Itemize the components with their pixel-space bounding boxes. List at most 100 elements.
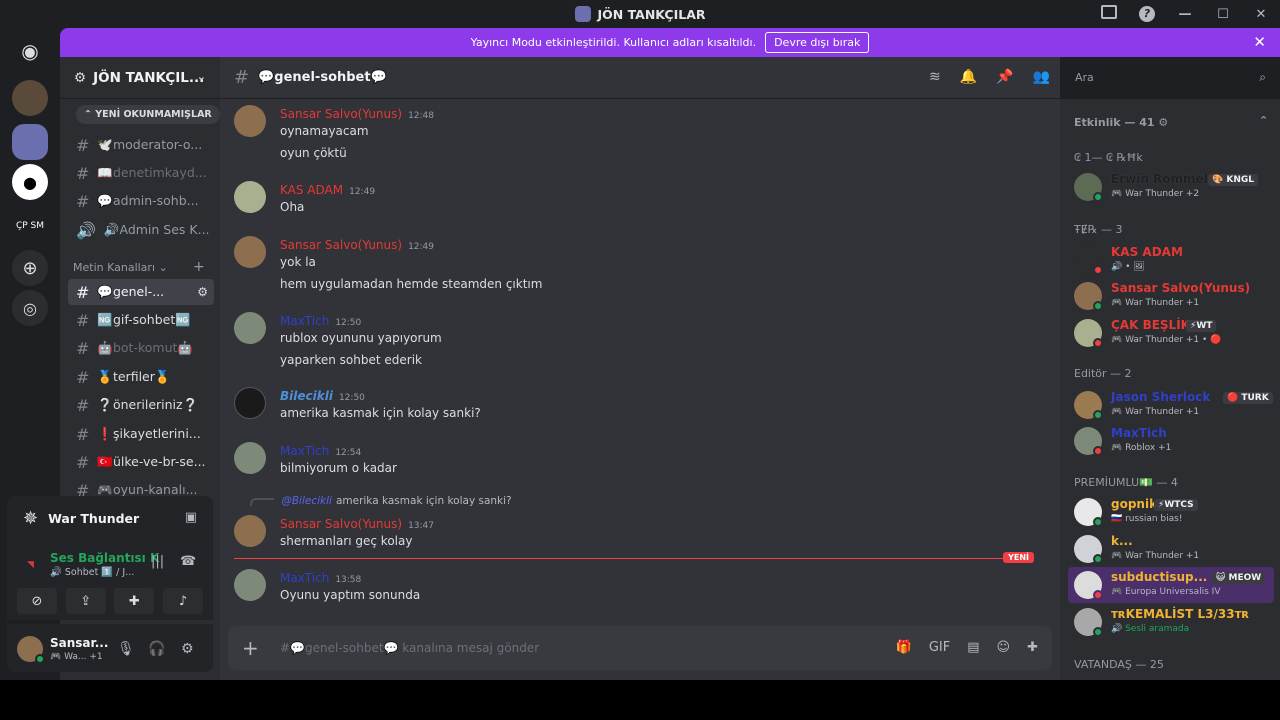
channel-item[interactable]: # 🏅terfiler🏅 bbox=[68, 364, 214, 390]
avatar[interactable] bbox=[234, 515, 266, 547]
help-icon[interactable]: ? bbox=[1128, 6, 1166, 22]
member-item-highlighted[interactable]: subductisup... 😺 MEOW 🎮 Europa Universal… bbox=[1068, 567, 1274, 603]
screen-share-icon[interactable]: ▣ bbox=[185, 510, 197, 525]
message-author[interactable]: Bilecikli bbox=[280, 389, 333, 403]
message-timestamp: 13:58 bbox=[335, 575, 362, 585]
gift-icon[interactable]: 🎁 bbox=[896, 640, 912, 655]
server-name: JÖN TANKÇIL... bbox=[93, 69, 205, 86]
role-header: ₢ 1— ₢ ℞Ħk bbox=[1074, 151, 1143, 164]
member-item[interactable]: Erwin Rommel 🎨 KNGL 🎮 War Thunder +2 bbox=[1068, 169, 1274, 205]
notification-bell-icon[interactable]: 🔔 bbox=[960, 69, 977, 85]
disable-streamer-mode-button[interactable]: Devre dışı bırak bbox=[765, 32, 870, 53]
search-input[interactable]: Ara ⌕ bbox=[1066, 67, 1274, 89]
message-author[interactable]: KAS ADAM bbox=[280, 183, 343, 197]
headphones-icon[interactable]: 🎧 bbox=[148, 641, 165, 657]
channel-item[interactable]: # ❔önerileriniz❔ bbox=[68, 392, 214, 418]
hash-icon: # bbox=[234, 67, 250, 88]
close-icon[interactable]: ✕ bbox=[1253, 33, 1266, 51]
apps-icon[interactable]: ✚ bbox=[1027, 640, 1038, 655]
member-item[interactable]: ᴛʀKEMALİST L3/33ᴛʀ 🔊 Sesli aramada bbox=[1068, 604, 1274, 640]
server-folder-icon[interactable]: ÇP SM bbox=[12, 208, 48, 244]
reply-reference[interactable]: @Bilecikli amerika kasmak için kolay sank… bbox=[250, 495, 512, 507]
message-author[interactable]: Sansar Salvo(Yunus) bbox=[280, 107, 402, 121]
hash-icon: # bbox=[76, 191, 90, 211]
add-server-icon[interactable]: ⊕ bbox=[12, 250, 48, 286]
message-author[interactable]: MaxTich bbox=[280, 571, 329, 585]
message-author[interactable]: Sansar Salvo(Yunus) bbox=[280, 517, 402, 531]
disconnect-icon[interactable]: ☎ bbox=[180, 554, 196, 569]
member-item[interactable]: MaxTich 🎮 Roblox +1 bbox=[1068, 423, 1274, 459]
avatar[interactable] bbox=[234, 236, 266, 268]
microphone-icon[interactable]: 🎙 bbox=[117, 641, 135, 657]
discord-home-icon[interactable]: ◉ bbox=[12, 33, 48, 69]
channel-item[interactable]: # 🆖gif-sohbet🆖 bbox=[68, 307, 214, 333]
composer-icons: 🎁 GIF ▤ ☺ ✚ bbox=[896, 640, 1038, 655]
add-channel-icon[interactable]: + bbox=[193, 259, 205, 275]
message-composer: + #💬genel-sohbet💬 kanalına mesaj gönder … bbox=[228, 626, 1052, 670]
message-input[interactable]: #💬genel-sohbet💬 kanalına mesaj gönder bbox=[280, 641, 539, 655]
role-header: VATANDAŞ — 25 bbox=[1074, 658, 1164, 671]
activities-icon[interactable]: ✚ bbox=[114, 588, 155, 614]
member-item[interactable]: KAS ADAM 🔊 • 🖼 bbox=[1068, 242, 1274, 278]
member-list-icon[interactable]: 👥 bbox=[1033, 69, 1050, 85]
member-item[interactable]: k... 🎮 War Thunder +1 bbox=[1068, 531, 1274, 567]
channel-item-active[interactable]: # 💬genel-... ⚙ bbox=[68, 279, 214, 305]
channel-item[interactable]: # ❗şikayetlerini... bbox=[68, 421, 214, 447]
emoji-icon[interactable]: ☺ bbox=[997, 640, 1011, 655]
server-icon-active[interactable] bbox=[12, 124, 48, 160]
avatar[interactable] bbox=[234, 312, 266, 344]
user-settings-icon[interactable]: ⚙ bbox=[181, 641, 194, 657]
minimize-button[interactable]: — bbox=[1166, 7, 1204, 22]
channel-settings-icon[interactable]: ⚙ bbox=[197, 285, 208, 299]
activity-header[interactable]: Etkinlik — 41 ⚙ ⌃ bbox=[1074, 114, 1268, 129]
close-window-button[interactable]: ✕ bbox=[1242, 7, 1280, 22]
message-author[interactable]: MaxTich bbox=[280, 314, 329, 328]
sticker-icon[interactable]: ▤ bbox=[967, 640, 979, 655]
channel-item[interactable]: # 🇹🇷ülke-ve-br-se... bbox=[68, 449, 214, 475]
threads-icon[interactable]: ≋ bbox=[929, 69, 941, 85]
member-item[interactable]: gopnik ⚡WTCS 🇷🇺 russian bias! bbox=[1068, 494, 1274, 530]
avatar[interactable] bbox=[234, 387, 266, 419]
gif-icon[interactable]: GIF bbox=[929, 640, 950, 655]
channel-item[interactable]: # 🕊️moderator-o... bbox=[68, 132, 214, 158]
game-activity[interactable]: ✵ War Thunder ▣ bbox=[7, 496, 213, 540]
discover-icon[interactable]: ◎ bbox=[12, 290, 48, 326]
pin-icon[interactable]: 📌 bbox=[996, 69, 1013, 85]
category-text-channels[interactable]: Metin Kanalları ⌄ + bbox=[73, 259, 205, 275]
member-item[interactable]: ÇAK BEŞLİK ⚡WT 🎮 War Thunder +1 • 🔴 bbox=[1068, 315, 1274, 351]
channel-item[interactable]: # 🤖bot-komut🤖 bbox=[68, 335, 214, 361]
noise-suppression-icon[interactable]: ||| bbox=[151, 554, 164, 569]
hash-icon: # bbox=[76, 282, 90, 302]
channel-item[interactable]: 🔊 🔊Admin Ses K... bbox=[68, 217, 214, 243]
message-timestamp: 12:48 bbox=[408, 111, 434, 121]
screen-share-button-icon[interactable]: ⇪ bbox=[65, 588, 106, 614]
chevron-up-icon[interactable]: ⌃ bbox=[1259, 114, 1268, 127]
avatar[interactable] bbox=[234, 181, 266, 213]
hash-icon: # bbox=[76, 135, 90, 155]
member-item[interactable]: Sansar Salvo(Yunus) 🎮 War Thunder +1 bbox=[1068, 278, 1274, 314]
soundboard-icon[interactable]: ♪ bbox=[162, 588, 203, 614]
new-unreads-pill[interactable]: ⌃ YENİ OKUNMAMIŞLAR bbox=[76, 105, 220, 124]
search-icon: ⌕ bbox=[1259, 70, 1266, 84]
message-author[interactable]: Sansar Salvo(Yunus) bbox=[280, 238, 402, 252]
upload-plus-icon[interactable]: + bbox=[242, 636, 259, 660]
voice-connection: ◥ Ses Bağlantısı K 🔊 Sohbet 1️⃣ / J... |… bbox=[27, 551, 197, 578]
server-icon-1[interactable] bbox=[12, 80, 48, 116]
avatar[interactable] bbox=[234, 105, 266, 137]
new-messages-divider: YENİ bbox=[234, 552, 1034, 563]
server-name-header[interactable]: ⚙ JÖN TANKÇIL... ⌄ bbox=[60, 57, 220, 99]
inbox-icon[interactable] bbox=[1090, 5, 1128, 23]
status-dot bbox=[1093, 192, 1103, 202]
message-timestamp: 12:49 bbox=[408, 242, 434, 252]
maximize-button[interactable]: ☐ bbox=[1204, 7, 1242, 22]
channel-item[interactable]: # 💬admin-sohb... bbox=[68, 188, 214, 214]
member-item[interactable]: Jason Sherlock 🔴 TURK 🎮 War Thunder +1 bbox=[1068, 387, 1274, 423]
avatar[interactable] bbox=[234, 442, 266, 474]
message-text: shermanları geç kolay bbox=[280, 534, 413, 548]
server-icon-3[interactable]: ● bbox=[12, 164, 48, 200]
channel-item[interactable]: # 📖denetimkayd... bbox=[68, 160, 214, 186]
hash-icon: # bbox=[76, 338, 90, 358]
message-author[interactable]: MaxTich bbox=[280, 444, 329, 458]
avatar[interactable] bbox=[234, 569, 266, 601]
camera-off-icon[interactable]: ⊘ bbox=[17, 588, 57, 614]
